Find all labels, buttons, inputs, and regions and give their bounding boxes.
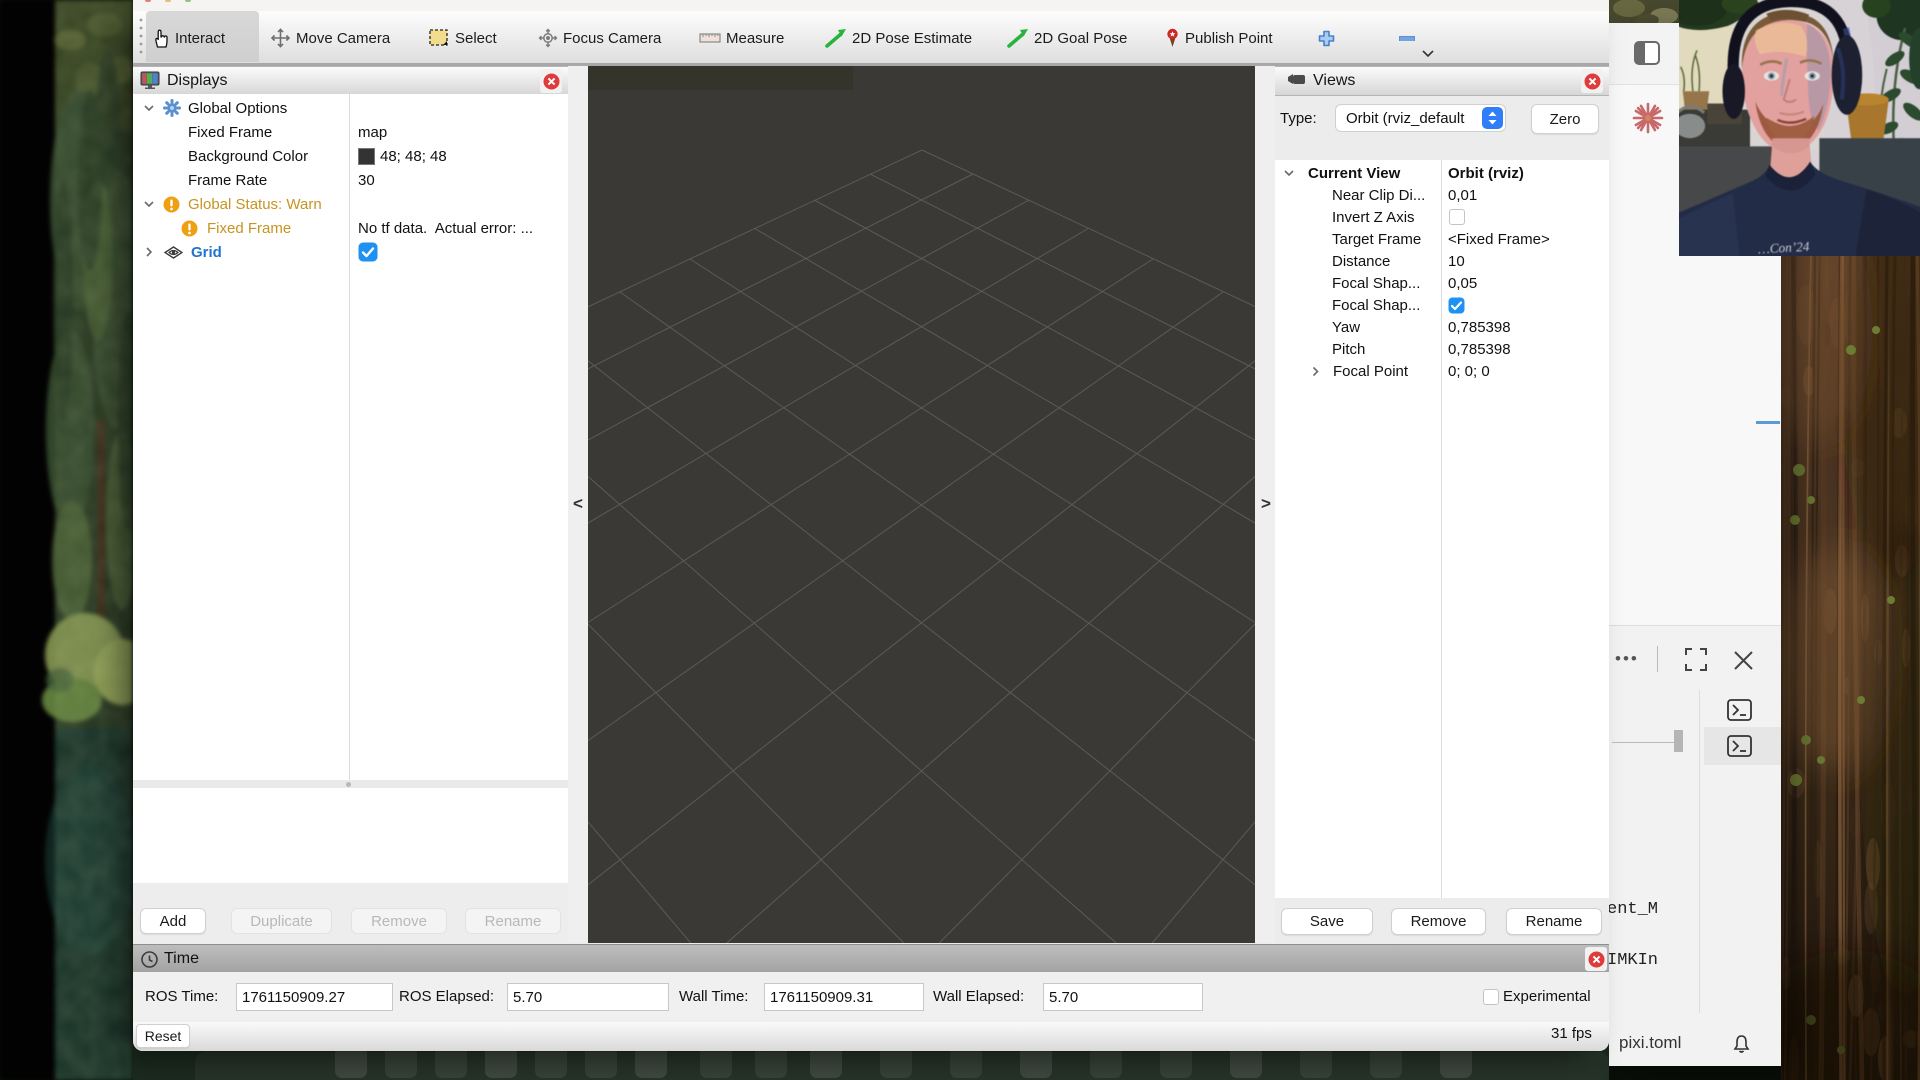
svg-text:…Con’24: …Con’24	[1758, 239, 1811, 256]
